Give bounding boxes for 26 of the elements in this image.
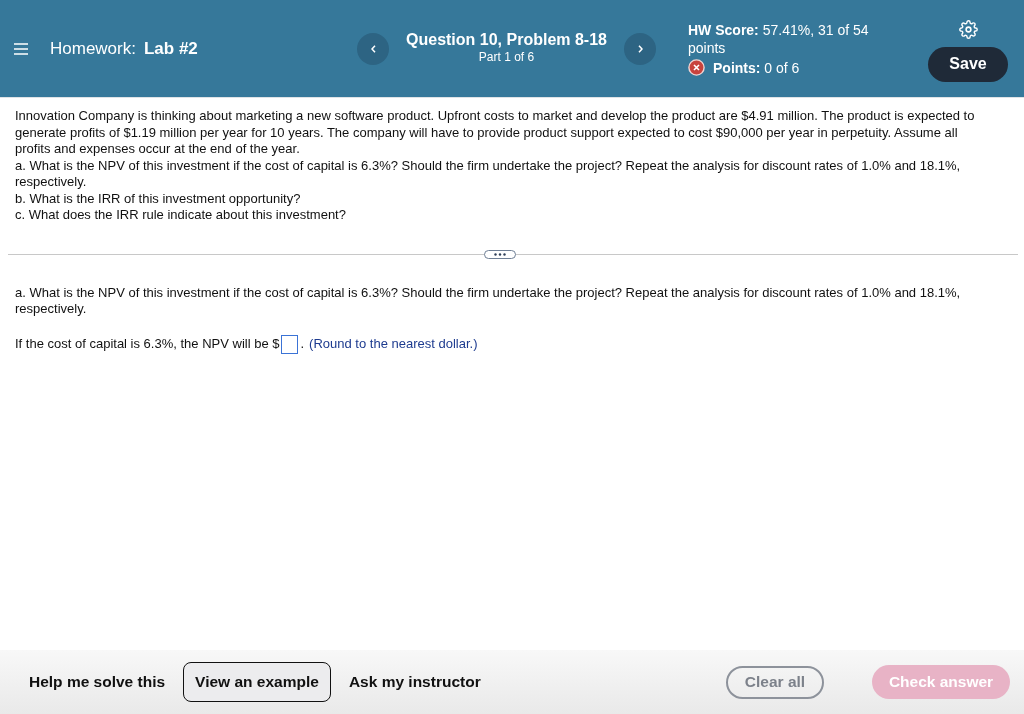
help-link[interactable]: Help me solve this [28, 662, 167, 702]
problem-part: c. What does the IRR rule indicate about this investment? [15, 207, 347, 224]
rounding-hint: (Round to the nearest dollar.) [309, 335, 478, 353]
dots-icon [494, 252, 506, 256]
problem-part: a. What is the NPV of this investment if the cost of capital is 6.3%? Should the firm undertake the project? Repeat the analysis for discount rates of 1.0% and 18.1%, respectively. [15, 157, 962, 191]
chevron-right-icon [637, 44, 643, 53]
answer-prefix: If the cost of capital is 6.3%, the NPV will be $ [15, 335, 280, 353]
answer-suffix: . [300, 335, 305, 353]
assignment-label: Homework: [50, 37, 136, 60]
menu-button[interactable] [14, 42, 28, 55]
hw-score-text: HW Score: 57.41%, 31 of 54 points [688, 20, 870, 57]
example-button[interactable]: View an example [183, 662, 331, 702]
save-button[interactable]: Save [928, 46, 1008, 82]
menu-icon [14, 42, 28, 55]
points-text: Points: 0 of 6 [713, 58, 800, 77]
help-link[interactable]: Ask my instructor [347, 662, 482, 702]
chevron-left-icon [370, 44, 376, 53]
problem-statement: Innovation Company is thinking about marketing a new software product. Upfront costs to market and develop the product are $4.91 million. The product is expected to generate profits of $1.19 million per year for 10 years. The company will have to provide product support expected to cost $90,000 per year in perpetuity. Assume all profits and expenses occur at the end of the year. [15, 108, 976, 158]
expand-button[interactable] [484, 249, 516, 259]
problem-part: b. What is the IRR of this investment opportunity? [15, 190, 302, 207]
question-prompt: a. What is the NPV of this investment if the cost of capital is 6.3%? Should the firm undertake the project? Repeat the analysis for discount rates of 1.0% and 18.1%, respectively. [15, 284, 962, 318]
assignment-title: Lab #2 [143, 37, 198, 60]
part-indicator: Part 1 of 6 [477, 49, 536, 65]
answer-field[interactable] [281, 334, 299, 354]
settings-icon[interactable] [958, 19, 978, 39]
question-title: Question 10, Problem 8-18 [405, 29, 608, 50]
